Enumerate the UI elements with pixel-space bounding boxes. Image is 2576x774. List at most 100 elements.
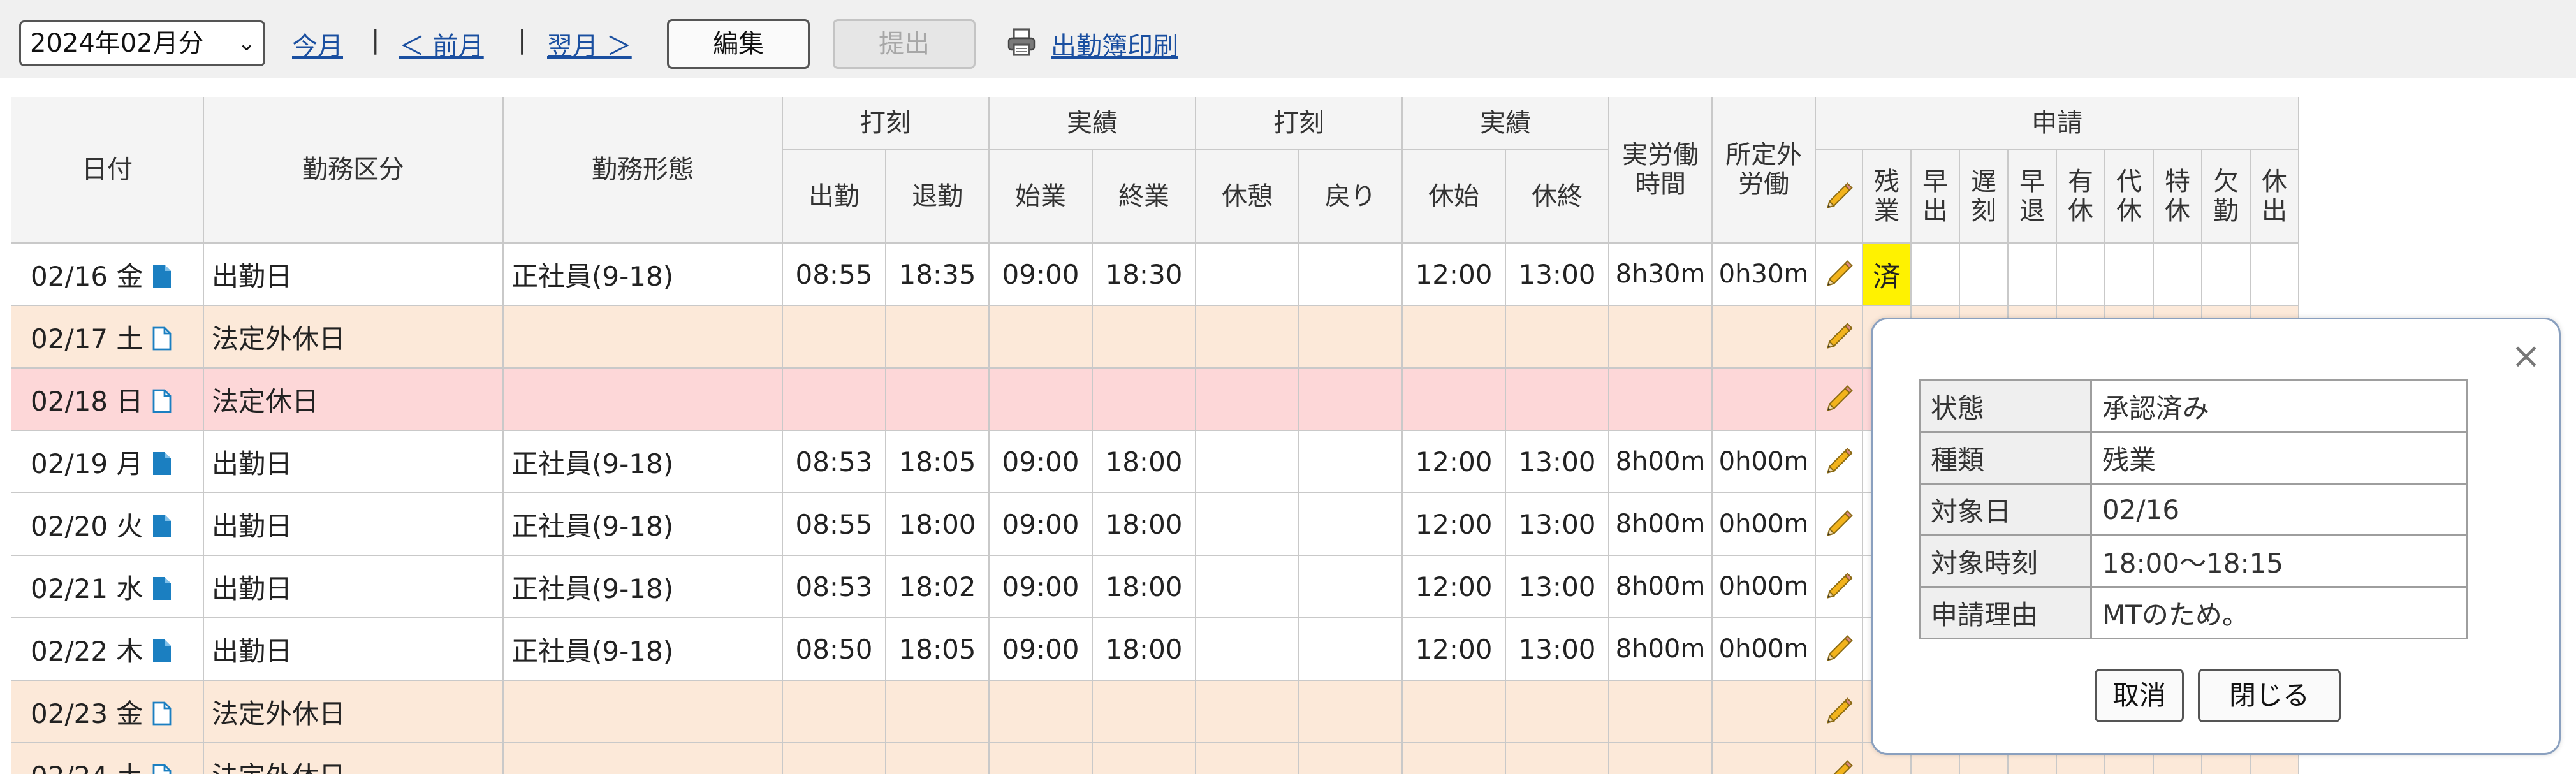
break-time-cell [1196,743,1299,774]
pencil-icon[interactable] [1822,632,1855,666]
info-row: 対象時刻 18:00〜18:15 [1919,534,2468,588]
header-work-class: 勤務区分 [204,97,504,244]
header-request-type: 残業 [1863,150,1912,244]
document-outline-icon[interactable] [143,321,172,353]
document-filled-icon[interactable] [143,446,172,478]
return-time-cell [1299,618,1403,681]
header-request-type-char: 休 [2165,196,2190,226]
start-time-cell: 09:00 [990,556,1093,618]
clock-out-cell: 18:05 [886,431,990,493]
header-break-end: 休終 [1506,150,1609,244]
break-start-cell [1403,306,1506,369]
document-filled-icon[interactable] [143,634,172,665]
edit-pencil-cell[interactable] [1816,306,1863,369]
edit-pencil-cell[interactable] [1816,244,1863,306]
end-time-cell [1093,681,1196,743]
document-filled-icon[interactable] [143,259,172,290]
clock-in-cell [783,369,886,431]
close-button[interactable]: 閉じる [2198,669,2341,722]
info-value: MTのため。 [2090,586,2468,639]
document-outline-icon[interactable] [143,384,172,415]
clock-in-cell [783,306,886,369]
work-type-cell [504,681,783,743]
info-row: 状態 承認済み [1919,379,2468,433]
header-request-type-char: 有 [2068,167,2093,196]
break-end-cell: 13:00 [1506,493,1609,556]
header-work-type: 勤務形態 [504,97,783,244]
header-request-type-char: 早 [2019,167,2045,196]
header-request-type-char: 休 [2116,196,2142,226]
edit-pencil-cell[interactable] [1816,618,1863,681]
pencil-icon[interactable] [1822,445,1855,478]
break-start-cell: 12:00 [1403,556,1506,618]
start-time-cell: 09:00 [990,618,1093,681]
info-row: 種類 残業 [1919,431,2468,485]
end-time-cell: 18:30 [1093,244,1196,306]
document-outline-icon[interactable] [143,696,172,727]
return-time-cell [1299,431,1403,493]
header-start: 始業 [990,150,1093,244]
info-value: 18:00〜18:15 [2090,534,2468,588]
end-time-cell: 18:00 [1093,493,1196,556]
work-class-cell: 出勤日 [204,618,504,681]
work-class-cell: 出勤日 [204,431,504,493]
pencil-icon[interactable] [1822,570,1855,603]
document-outline-icon[interactable] [143,759,172,774]
pencil-icon[interactable] [1822,320,1855,353]
work-class-cell: 法定外休日 [204,306,504,369]
pencil-icon[interactable] [1822,695,1855,728]
close-icon[interactable]: × [2511,339,2541,374]
header-request-type: 遅刻 [1960,150,2009,244]
pencil-icon[interactable] [1822,383,1855,416]
actual-hours-cell: 8h00m [1609,493,1713,556]
document-filled-icon[interactable] [143,509,172,540]
request-cell [2154,244,2202,306]
cancel-request-button[interactable]: 取消 [2095,669,2184,722]
overtime-hours-cell: 0h00m [1713,493,1816,556]
header-request-type-char: 休 [2068,196,2093,226]
header-stamp-group: 打刻 [783,97,990,150]
edit-pencil-cell[interactable] [1816,431,1863,493]
date-cell: 02/16 金 [11,244,204,306]
clock-out-cell [886,681,990,743]
break-time-cell [1196,493,1299,556]
date-cell: 02/23 金 [11,681,204,743]
overtime-hours-cell: 0h00m [1713,618,1816,681]
date-cell: 02/21 水 [11,556,204,618]
return-time-cell [1299,493,1403,556]
approved-badge[interactable]: 済 [1863,244,1912,306]
start-time-cell [990,681,1093,743]
break-end-cell: 13:00 [1506,431,1609,493]
pencil-icon[interactable] [1822,258,1855,291]
break-end-cell [1506,306,1609,369]
edit-pencil-cell[interactable] [1816,681,1863,743]
pencil-icon[interactable] [1822,757,1855,774]
document-filled-icon[interactable] [143,571,172,602]
edit-pencil-cell[interactable] [1816,556,1863,618]
break-end-cell [1506,743,1609,774]
pencil-icon[interactable] [1822,507,1855,541]
work-class-cell: 法定外休日 [204,743,504,774]
date-text: 02/22 木 [31,635,143,667]
start-time-cell: 09:00 [990,431,1093,493]
date-text: 02/19 月 [31,448,143,479]
break-start-cell [1403,681,1506,743]
overtime-hours-cell: 0h00m [1713,556,1816,618]
overtime-hours-cell [1713,743,1816,774]
info-value: 承認済み [2090,379,2468,433]
actual-hours-cell: 8h00m [1609,431,1713,493]
request-cell [2009,244,2057,306]
work-class-cell: 出勤日 [204,244,504,306]
date-cell: 02/22 木 [11,618,204,681]
request-cell [1912,244,1960,306]
clock-in-cell: 08:53 [783,556,886,618]
edit-pencil-cell[interactable] [1816,369,1863,431]
edit-pencil-cell[interactable] [1816,493,1863,556]
overtime-hours-cell [1713,369,1816,431]
clock-in-cell [783,681,886,743]
request-cell [2105,244,2154,306]
break-start-cell: 12:00 [1403,244,1506,306]
return-time-cell [1299,681,1403,743]
edit-pencil-cell[interactable] [1816,743,1863,774]
break-start-cell: 12:00 [1403,431,1506,493]
